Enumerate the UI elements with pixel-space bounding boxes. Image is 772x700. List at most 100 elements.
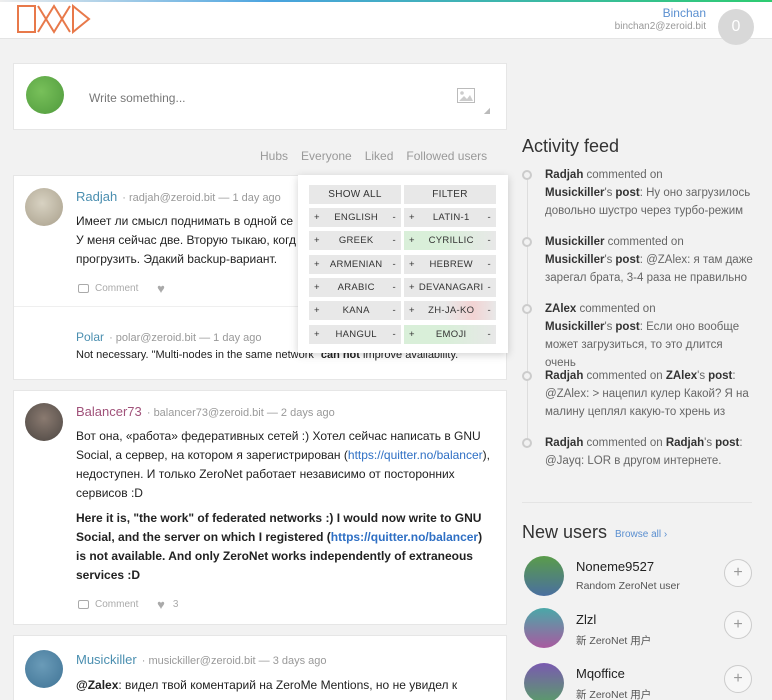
post-text: : видел твой коментарий на ZeroMe Mentio… bbox=[118, 678, 458, 692]
language-include-icon[interactable]: + bbox=[314, 305, 320, 316]
language-include-icon[interactable]: + bbox=[409, 305, 415, 316]
language-toggle-hangul[interactable]: + HANGUL - bbox=[309, 324, 401, 344]
language-exclude-icon[interactable]: - bbox=[488, 282, 491, 293]
comment-button[interactable]: Comment bbox=[78, 283, 138, 294]
comment-meta: · polar@zeroid.bit — 1 day ago bbox=[109, 332, 262, 344]
new-user-name[interactable]: Mqoffice bbox=[576, 666, 625, 681]
current-user[interactable]: Binchan binchan2@zeroid.bit bbox=[615, 7, 706, 33]
activity-target[interactable]: ZAlex bbox=[666, 370, 697, 382]
activity-actor[interactable]: Radjah bbox=[545, 437, 583, 449]
language-toggle-emoji[interactable]: + EMOJI - bbox=[404, 324, 496, 344]
current-user-name[interactable]: Binchan bbox=[615, 7, 706, 20]
activity-target[interactable]: Musickiller bbox=[545, 321, 604, 333]
language-include-icon[interactable]: + bbox=[314, 329, 320, 340]
new-user-name[interactable]: Noneme9527 bbox=[576, 559, 654, 574]
like-button[interactable]: ♥ 3 bbox=[157, 597, 178, 612]
language-exclude-icon[interactable]: - bbox=[393, 282, 396, 293]
tab-liked[interactable]: Liked bbox=[365, 149, 394, 163]
language-include-icon[interactable]: + bbox=[409, 259, 415, 270]
comment-button[interactable]: Comment bbox=[78, 599, 138, 610]
filter-button[interactable]: FILTER bbox=[404, 185, 496, 204]
language-exclude-icon[interactable]: - bbox=[488, 329, 491, 340]
show-all-button[interactable]: SHOW ALL bbox=[309, 185, 401, 204]
activity-actor[interactable]: ZAlex bbox=[545, 303, 576, 315]
new-user-avatar[interactable] bbox=[524, 663, 564, 700]
language-exclude-icon[interactable]: - bbox=[488, 235, 491, 246]
loading-accent-bar bbox=[0, 0, 772, 2]
new-user-avatar[interactable] bbox=[524, 608, 564, 648]
language-include-icon[interactable]: + bbox=[314, 212, 320, 223]
language-exclude-icon[interactable]: - bbox=[393, 212, 396, 223]
follow-user-button[interactable]: + bbox=[724, 611, 752, 639]
language-toggle-hebrew[interactable]: + HEBREW - bbox=[404, 254, 496, 274]
activity-object-link[interactable]: post bbox=[615, 254, 639, 266]
browse-all-link[interactable]: Browse all › bbox=[615, 529, 667, 540]
post-author-avatar[interactable] bbox=[25, 188, 63, 226]
comment-author-name[interactable]: Polar bbox=[76, 330, 104, 344]
resize-handle-icon[interactable]: ◢ bbox=[484, 106, 490, 115]
activity-actor[interactable]: Radjah bbox=[545, 370, 583, 382]
timeline-dot-icon bbox=[522, 304, 532, 314]
language-toggle-kana[interactable]: + KANA - bbox=[309, 301, 401, 321]
language-exclude-icon[interactable]: - bbox=[393, 329, 396, 340]
activity-target[interactable]: Musickiller bbox=[545, 187, 604, 199]
language-toggle-english[interactable]: + ENGLISH - bbox=[309, 208, 401, 227]
activity-object-link[interactable]: post bbox=[715, 437, 739, 449]
image-upload-icon[interactable] bbox=[457, 88, 475, 103]
comment-icon bbox=[78, 284, 89, 293]
language-toggle-latin-1[interactable]: + LATIN-1 - bbox=[404, 208, 496, 227]
post-author-avatar[interactable] bbox=[25, 650, 63, 688]
language-exclude-icon[interactable]: - bbox=[488, 259, 491, 270]
language-include-icon[interactable]: + bbox=[409, 235, 415, 246]
language-include-icon[interactable]: + bbox=[409, 282, 415, 293]
language-exclude-icon[interactable]: - bbox=[393, 305, 396, 316]
language-toggle-zh-ja-ko[interactable]: + ZH-JA-KO - bbox=[404, 301, 496, 321]
follow-user-button[interactable]: + bbox=[724, 559, 752, 587]
new-user-name[interactable]: Zlzl bbox=[576, 612, 596, 627]
tab-everyone[interactable]: Everyone bbox=[301, 149, 352, 163]
post-text-line: Имеет ли смысл поднимать в одной се bbox=[76, 214, 294, 228]
like-button[interactable]: ♥ bbox=[157, 281, 173, 296]
language-include-icon[interactable]: + bbox=[409, 212, 415, 223]
language-include-icon[interactable]: + bbox=[314, 282, 320, 293]
activity-object-link[interactable]: post bbox=[708, 370, 732, 382]
post-mention[interactable]: @Zalex bbox=[76, 678, 118, 692]
language-include-icon[interactable]: + bbox=[314, 235, 320, 246]
post-author-avatar[interactable] bbox=[25, 403, 63, 441]
compose-input[interactable]: Write something... bbox=[89, 91, 185, 105]
post-link[interactable]: https://quitter.no/balancer bbox=[348, 448, 483, 462]
zerome-logo-icon[interactable] bbox=[16, 4, 92, 34]
language-exclude-icon[interactable]: - bbox=[393, 259, 396, 270]
tab-hubs[interactable]: Hubs bbox=[260, 149, 288, 163]
activity-object-link[interactable]: post bbox=[615, 321, 639, 333]
new-user-avatar[interactable] bbox=[524, 556, 564, 596]
post-author-name[interactable]: Radjah bbox=[76, 189, 117, 204]
post-author-name[interactable]: Musickiller bbox=[76, 652, 137, 667]
language-toggle-arabic[interactable]: + ARABIC - bbox=[309, 277, 401, 297]
language-toggle-greek[interactable]: + GREEK - bbox=[309, 231, 401, 251]
post-header: Radjah · radjah@zeroid.bit — 1 day ago bbox=[76, 189, 281, 204]
language-include-icon[interactable]: + bbox=[409, 329, 415, 340]
activity-target[interactable]: Musickiller bbox=[545, 254, 604, 266]
language-toggle-armenian[interactable]: + ARMENIAN - bbox=[309, 254, 401, 274]
activity-actor[interactable]: Musickiller bbox=[545, 236, 604, 248]
activity-verb: commented on bbox=[583, 370, 666, 382]
tab-followed-users[interactable]: Followed users bbox=[406, 149, 487, 163]
post-meta: · balancer73@zeroid.bit — 2 days ago bbox=[146, 407, 335, 419]
language-toggle-cyrillic[interactable]: + CYRILLIC - bbox=[404, 231, 496, 251]
activity-object-link[interactable]: post bbox=[615, 187, 639, 199]
language-exclude-icon[interactable]: - bbox=[393, 235, 396, 246]
post-text-line: У меня сейчас две. Вторую тыкаю, когд bbox=[76, 233, 296, 247]
follow-user-button[interactable]: + bbox=[724, 665, 752, 693]
language-exclude-icon[interactable]: - bbox=[488, 212, 491, 223]
language-include-icon[interactable]: + bbox=[314, 259, 320, 270]
language-toggle-devanagari[interactable]: + DEVANAGARI - bbox=[404, 277, 496, 297]
post-link[interactable]: https://quitter.no/balancer bbox=[331, 530, 478, 544]
current-user-avatar[interactable]: 0 bbox=[718, 9, 754, 45]
compose-box[interactable]: Write something... ◢ bbox=[13, 63, 507, 130]
activity-actor[interactable]: Radjah bbox=[545, 169, 583, 181]
timeline-dot-icon bbox=[522, 237, 532, 247]
post-author-name[interactable]: Balancer73 bbox=[76, 404, 142, 419]
language-exclude-icon[interactable]: - bbox=[488, 305, 491, 316]
activity-target[interactable]: Radjah bbox=[666, 437, 704, 449]
